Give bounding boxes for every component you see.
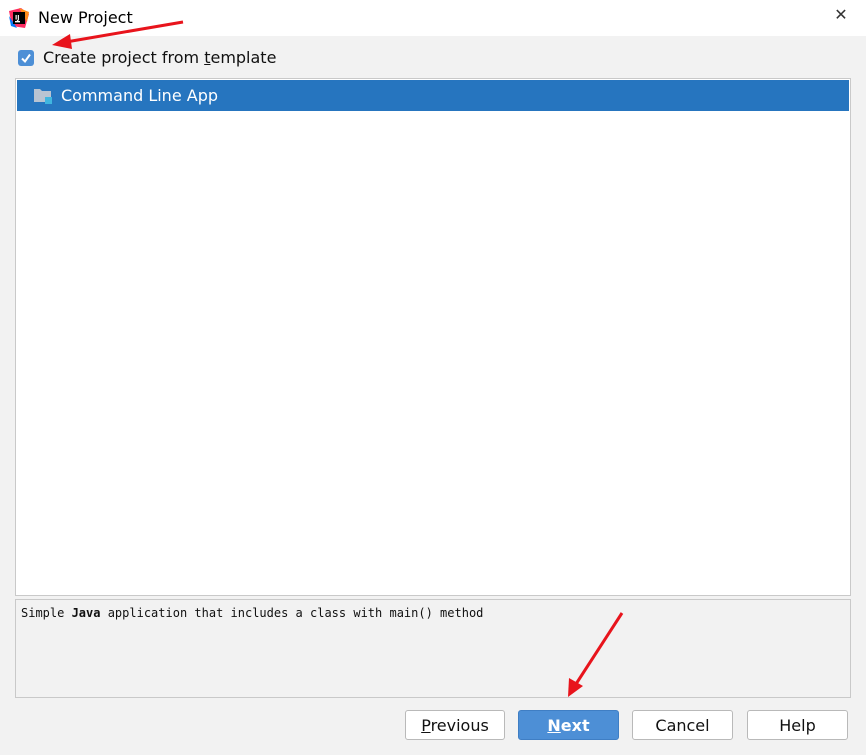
folder-icon <box>33 87 53 105</box>
previous-label: revious <box>430 716 489 735</box>
next-label: ext <box>560 716 590 735</box>
list-item-command-line-app[interactable]: Command Line App <box>17 80 849 111</box>
next-mnemonic: N <box>547 716 561 735</box>
template-label: Command Line App <box>61 85 219 105</box>
svg-text:IJ: IJ <box>15 15 19 22</box>
title-bar: IJ New Project ✕ <box>0 0 866 36</box>
description-rest: application that includes a class with m… <box>100 606 484 620</box>
template-description-panel: Simple Java application that includes a … <box>15 599 851 698</box>
intellij-app-icon: IJ <box>9 8 29 28</box>
dialog-title: New Project <box>38 8 133 27</box>
template-checkbox-row[interactable]: Create project from template <box>18 48 276 68</box>
next-button[interactable]: Next <box>518 710 619 740</box>
checkbox-label-text: Create project from <box>43 48 205 67</box>
description-text: Simple <box>21 606 72 620</box>
checkbox-label-rest: emplate <box>210 48 277 67</box>
create-from-template-label[interactable]: Create project from template <box>43 48 276 68</box>
template-list[interactable]: Command Line App <box>15 78 851 596</box>
create-from-template-checkbox[interactable] <box>18 50 34 66</box>
help-button[interactable]: Help <box>747 710 848 740</box>
checkmark-icon <box>21 53 31 64</box>
new-project-dialog: IJ New Project ✕ Create project from tem… <box>0 0 866 755</box>
previous-mnemonic: P <box>421 716 431 735</box>
close-icon[interactable]: ✕ <box>832 6 850 24</box>
template-description: Simple Java application that includes a … <box>21 605 483 621</box>
description-language: Java <box>71 606 101 620</box>
cancel-button[interactable]: Cancel <box>632 710 733 740</box>
previous-button[interactable]: Previous <box>405 710 505 740</box>
